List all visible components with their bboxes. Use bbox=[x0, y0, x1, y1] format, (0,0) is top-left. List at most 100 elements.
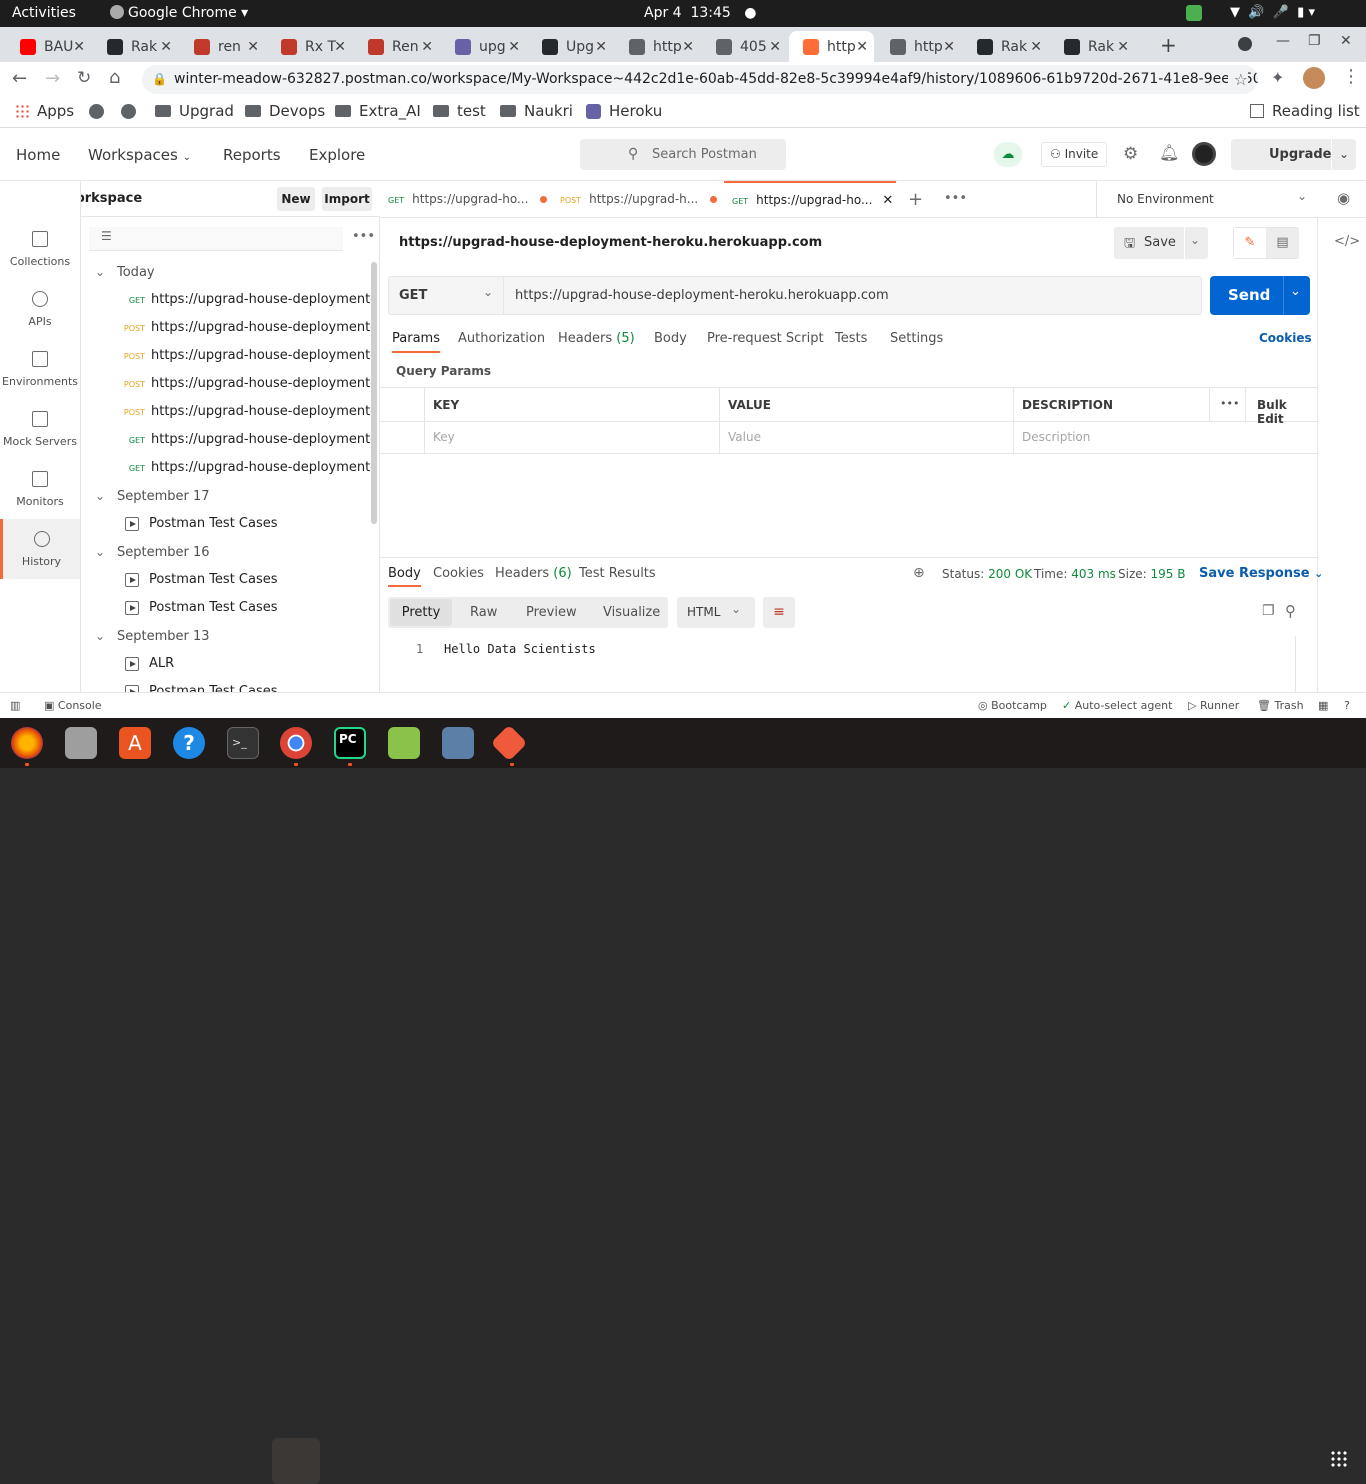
rail-mock-servers[interactable]: Mock Servers bbox=[0, 411, 80, 448]
resp-tab-headers[interactable]: Headers (6) bbox=[495, 566, 572, 581]
browser-tab[interactable]: 405 ✕ bbox=[702, 31, 787, 62]
browser-tab[interactable]: upg ✕ bbox=[441, 31, 526, 62]
settings-gear-icon[interactable]: ⚙ bbox=[1123, 144, 1138, 164]
bookmark-devops[interactable]: Devops bbox=[245, 102, 325, 120]
copy-icon[interactable]: ❐ bbox=[1262, 603, 1275, 619]
back-icon[interactable]: ← bbox=[12, 68, 27, 89]
system-monitor-icon[interactable] bbox=[442, 727, 474, 759]
clock[interactable]: Apr 4 13:45 ● bbox=[644, 5, 756, 21]
url-input[interactable]: https://upgrad-house-deployment-heroku.h… bbox=[515, 288, 889, 303]
home-icon[interactable]: ⌂ bbox=[109, 67, 120, 88]
bookmark-test[interactable]: test bbox=[433, 102, 486, 120]
mode-visualize[interactable]: Visualize bbox=[603, 605, 660, 620]
reload-icon[interactable]: ↻ bbox=[77, 68, 91, 88]
close-tab-icon[interactable]: ✕ bbox=[508, 39, 520, 55]
address-bar[interactable]: 🔒 winter-meadow-632827.postman.co/worksp… bbox=[142, 65, 1258, 94]
bootcamp-button[interactable]: ◎ Bootcamp bbox=[978, 699, 1047, 712]
method-select[interactable]: GET ⌄ bbox=[389, 277, 504, 314]
help-icon[interactable]: ? bbox=[1344, 699, 1350, 712]
history-item[interactable]: POST https://upgrad-house-deployment-h bbox=[81, 398, 371, 426]
history-item[interactable]: POST https://upgrad-house-deployment-h bbox=[81, 342, 371, 370]
browser-tab[interactable]: http ✕ bbox=[789, 31, 874, 62]
new-button[interactable]: New bbox=[277, 187, 315, 211]
rail-monitors[interactable]: Monitors bbox=[0, 471, 80, 508]
browser-tab[interactable]: Rak ✕ bbox=[963, 31, 1048, 62]
mode-pretty[interactable]: Pretty bbox=[390, 599, 452, 626]
chevron-down-icon[interactable]: ⌄ bbox=[1190, 233, 1200, 247]
search-input[interactable]: ⚲ Search Postman bbox=[580, 139, 786, 170]
description-input[interactable]: Description bbox=[1022, 430, 1090, 444]
forward-icon[interactable]: → bbox=[45, 68, 60, 89]
user-avatar[interactable] bbox=[1192, 142, 1216, 166]
editor-scrollbar[interactable] bbox=[1295, 636, 1296, 692]
close-tab-icon[interactable]: ✕ bbox=[769, 39, 781, 55]
history-item[interactable]: GET https://upgrad-house-deployment-h bbox=[81, 426, 371, 454]
globe-icon[interactable]: ⊕ bbox=[913, 565, 925, 581]
code-icon[interactable]: </> bbox=[1334, 234, 1360, 249]
wrap-lines-icon[interactable]: ≡ bbox=[763, 597, 795, 628]
app-menu[interactable]: Google Chrome ▾ bbox=[110, 5, 248, 21]
extensions-icon[interactable]: ✦ bbox=[1271, 68, 1284, 87]
system-tray[interactable]: ▼ 🔊 🎤 ▮ ▾ bbox=[1230, 5, 1315, 20]
tab-body[interactable]: Body bbox=[654, 331, 687, 346]
tab-headers[interactable]: Headers (5) bbox=[558, 331, 635, 346]
save-button[interactable]: 🖫 Save ⌄ bbox=[1114, 227, 1208, 259]
toggle-sidebar-icon[interactable]: ▥ bbox=[10, 699, 20, 712]
chevron-down-icon[interactable]: ⌄ bbox=[1290, 284, 1301, 299]
cookies-link[interactable]: Cookies bbox=[1259, 331, 1312, 345]
close-tab-icon[interactable]: ✕ bbox=[73, 39, 85, 55]
apps-bookmark[interactable]: Apps bbox=[15, 102, 74, 120]
nav-explore[interactable]: Explore bbox=[309, 146, 365, 164]
history-collection-run[interactable]: Postman Test Cases bbox=[81, 678, 371, 692]
save-response-button[interactable]: Save Response ⌄ bbox=[1199, 566, 1323, 581]
tab-pre-request-script[interactable]: Pre-request Script bbox=[707, 331, 824, 346]
new-tab-icon[interactable]: + bbox=[1160, 33, 1177, 57]
history-group[interactable]: ⌄ September 17 bbox=[81, 482, 371, 510]
bookmark-extra-ai[interactable]: Extra_AI bbox=[335, 102, 421, 120]
globe-icon[interactable] bbox=[121, 104, 136, 119]
bookmark-heroku[interactable]: Heroku bbox=[586, 102, 662, 120]
close-window-icon[interactable]: ✕ bbox=[1340, 33, 1352, 49]
globe-icon[interactable] bbox=[89, 104, 104, 119]
request-tab[interactable]: GET https://upgrad-ho... bbox=[380, 181, 550, 217]
eye-icon[interactable]: ◉ bbox=[1337, 189, 1350, 207]
comments-icon[interactable]: ▤ bbox=[1266, 228, 1299, 258]
history-scrollbar[interactable] bbox=[371, 262, 377, 524]
tab-params[interactable]: Params bbox=[392, 331, 440, 353]
bulk-edit-button[interactable]: Bulk Edit bbox=[1257, 398, 1317, 426]
profile-avatar[interactable] bbox=[1303, 67, 1325, 89]
rail-environments[interactable]: Environments bbox=[0, 351, 80, 388]
invite-button[interactable]: ⚇ Invite bbox=[1041, 142, 1108, 167]
bookmark-star-icon[interactable]: ☆ bbox=[1227, 65, 1248, 94]
browser-tab[interactable]: http ✕ bbox=[876, 31, 961, 62]
history-filter-input[interactable]: ☰ bbox=[89, 227, 343, 251]
nav-home[interactable]: Home bbox=[16, 146, 60, 164]
history-collection-run[interactable]: ALR bbox=[81, 650, 371, 678]
history-group[interactable]: ⌄ Today bbox=[81, 258, 371, 286]
request-tab[interactable]: POST https://upgrad-h... bbox=[552, 181, 722, 217]
tab-tests[interactable]: Tests bbox=[835, 331, 867, 346]
close-tab-icon[interactable]: ✕ bbox=[160, 39, 172, 55]
bookmark-upgrad[interactable]: Upgrad bbox=[155, 102, 234, 120]
browser-tab[interactable]: Upg ✕ bbox=[528, 31, 613, 62]
image-viewer-icon[interactable] bbox=[388, 727, 420, 759]
history-group[interactable]: ⌄ September 16 bbox=[81, 538, 371, 566]
history-item[interactable]: GET https://upgrad-house-deployment-h bbox=[81, 286, 371, 314]
history-item[interactable]: GET https://upgrad-house-deployment-h bbox=[81, 454, 371, 482]
close-tab-icon[interactable]: ✕ bbox=[943, 39, 955, 55]
bookmark-naukri[interactable]: Naukri bbox=[500, 102, 573, 120]
pycharm-icon[interactable]: PC bbox=[334, 727, 366, 759]
nav-workspaces[interactable]: Workspaces ⌄ bbox=[88, 146, 191, 164]
more-options-icon[interactable]: ••• bbox=[1220, 397, 1239, 410]
value-input[interactable]: Value bbox=[728, 430, 761, 444]
terminal-icon[interactable]: >_ bbox=[227, 727, 259, 759]
close-tab-icon[interactable]: ✕ bbox=[856, 39, 868, 55]
notifications-bell-icon[interactable]: 🔔︎ bbox=[1159, 143, 1179, 162]
more-options-icon[interactable]: ••• bbox=[352, 229, 375, 244]
console-button[interactable]: ▣ Console bbox=[44, 699, 102, 712]
agent-button[interactable]: ✓ Auto-select agent bbox=[1062, 699, 1172, 712]
request-tab-active[interactable]: GET https://upgrad-ho... ✕ bbox=[724, 181, 896, 217]
files-icon[interactable] bbox=[65, 727, 97, 759]
postman-app-icon[interactable] bbox=[490, 724, 528, 762]
upgrade-button[interactable]: Upgrade ⌄ bbox=[1231, 139, 1356, 170]
